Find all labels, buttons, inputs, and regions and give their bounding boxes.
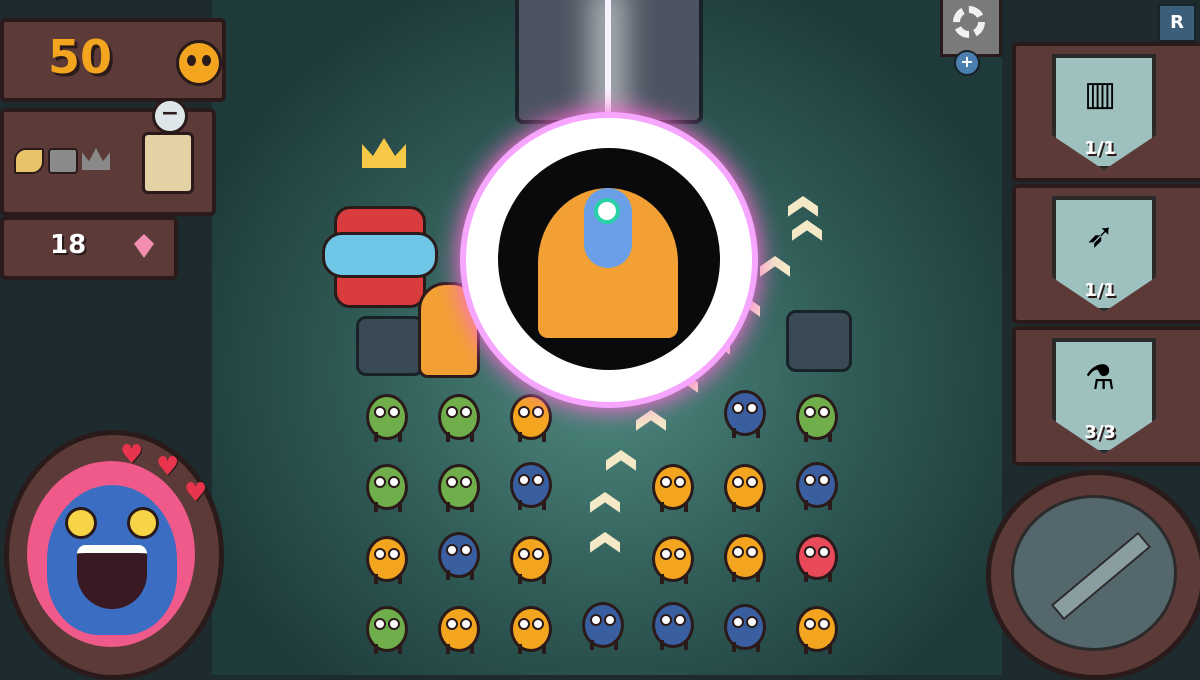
enemy-tile[interactable] bbox=[644, 596, 696, 652]
enemy-tile[interactable] bbox=[430, 388, 482, 444]
enemy-tile[interactable] bbox=[644, 458, 696, 514]
enemy-tile[interactable] bbox=[716, 598, 768, 654]
enemy-tile[interactable] bbox=[358, 530, 410, 586]
enemy-tile[interactable] bbox=[358, 600, 410, 656]
door-shield-icon: ▥ bbox=[1083, 74, 1117, 114]
mouth bbox=[77, 545, 147, 609]
gem-icon bbox=[134, 234, 154, 258]
item-count: 3/3 bbox=[1084, 422, 1116, 443]
boss-portal bbox=[466, 118, 752, 402]
enemy-tile[interactable] bbox=[788, 388, 840, 444]
enemy-tile[interactable] bbox=[716, 528, 768, 584]
enemy-tile[interactable] bbox=[574, 596, 626, 652]
settings-button[interactable] bbox=[940, 0, 1002, 57]
crypt-door bbox=[515, 0, 703, 124]
collapse-button[interactable]: − bbox=[152, 98, 188, 134]
score-value: 50 bbox=[48, 30, 113, 84]
shield-emblem bbox=[1011, 495, 1177, 651]
enemy-tile[interactable] bbox=[716, 384, 768, 440]
enemy-tile[interactable] bbox=[502, 600, 554, 656]
health-hearts: ♥ ♥ ♥ bbox=[120, 440, 220, 508]
gem-panel: 18 bbox=[0, 216, 178, 280]
boulder bbox=[786, 310, 852, 372]
enemy-tile[interactable] bbox=[644, 530, 696, 586]
chest-icon bbox=[48, 148, 78, 174]
enemy-tile[interactable] bbox=[788, 456, 840, 512]
item-count: 1/1 bbox=[1084, 280, 1116, 301]
enemy-tile[interactable] bbox=[716, 458, 768, 514]
plus-icon[interactable]: + bbox=[954, 50, 980, 76]
heart-icon: ♥ bbox=[184, 478, 208, 508]
scroll-map-button[interactable] bbox=[142, 132, 194, 194]
eye-icon bbox=[65, 507, 97, 539]
heart-icon: ♥ bbox=[156, 452, 180, 482]
item-slot-arrow[interactable]: ➶ 1/1 bbox=[1012, 184, 1200, 324]
r-key-badge[interactable]: R bbox=[1158, 4, 1196, 42]
leaf-icon bbox=[14, 148, 44, 174]
skull-icon bbox=[176, 40, 222, 86]
enemy-tile[interactable] bbox=[430, 526, 482, 582]
enemy-tile[interactable] bbox=[358, 388, 410, 444]
enemy-tile[interactable] bbox=[502, 388, 554, 444]
eye-icon bbox=[127, 507, 159, 539]
enemy-tile[interactable] bbox=[430, 600, 482, 656]
gear-icon bbox=[953, 6, 985, 38]
heart-icon: ♥ bbox=[120, 440, 144, 470]
potion-icon: ⚗ bbox=[1084, 358, 1116, 398]
attack-button[interactable] bbox=[986, 470, 1200, 680]
hero-arms bbox=[322, 232, 438, 278]
crown-icon bbox=[82, 148, 110, 170]
boulder bbox=[356, 316, 424, 376]
item-count: 1/1 bbox=[1084, 138, 1116, 159]
enemy-tile[interactable] bbox=[788, 600, 840, 656]
eye-icon bbox=[594, 198, 620, 224]
gem-count: 18 bbox=[50, 230, 87, 260]
portal-void bbox=[498, 148, 720, 370]
enemy-tile[interactable] bbox=[502, 456, 554, 512]
item-slot-shield[interactable]: ▥ 1/1 bbox=[1012, 42, 1200, 182]
enemy-tile[interactable] bbox=[788, 528, 840, 584]
monster-avatar bbox=[47, 485, 177, 635]
enemy-tile[interactable] bbox=[430, 458, 482, 514]
item-slot-potion[interactable]: ⚗ 3/3 bbox=[1012, 326, 1200, 466]
score-panel: 50 bbox=[0, 18, 226, 102]
enemy-tile[interactable] bbox=[358, 458, 410, 514]
enemy-tile[interactable] bbox=[502, 530, 554, 586]
sword-icon bbox=[1050, 531, 1152, 621]
hero-character[interactable] bbox=[322, 176, 438, 316]
arrow-icon: ➶ bbox=[1085, 216, 1115, 256]
